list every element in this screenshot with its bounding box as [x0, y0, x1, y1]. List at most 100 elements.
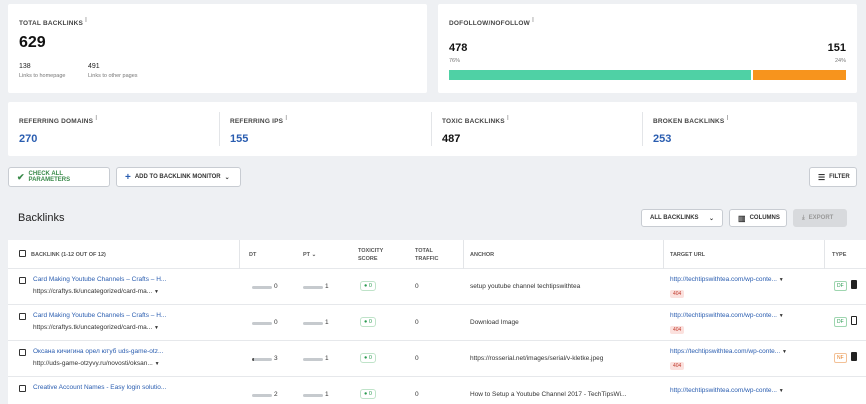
- row-checkbox[interactable]: [19, 349, 26, 356]
- export-button[interactable]: ⤓ EXPORT: [793, 209, 847, 227]
- dt-bar: [252, 286, 272, 289]
- columns-button[interactable]: ▥ COLUMNS: [729, 209, 787, 227]
- target-url-text: http://techtipswithtea.com/wp-conte...: [670, 276, 777, 283]
- dt-bar: [252, 358, 272, 361]
- caret-down-icon: ▼: [778, 277, 784, 283]
- dt-value: 0: [274, 283, 278, 290]
- pt-value: 1: [325, 355, 329, 362]
- header-toxicity[interactable]: TOXICITY SCORE: [358, 247, 398, 263]
- info-icon[interactable]: i: [726, 115, 728, 122]
- toxicity-badge: ● 0: [360, 353, 376, 363]
- row-checkbox[interactable]: [19, 277, 26, 284]
- status-badge: 404: [670, 290, 685, 298]
- divider: [431, 112, 432, 146]
- metric-value[interactable]: 253: [653, 133, 729, 145]
- traffic-value: 0: [415, 319, 419, 326]
- homepage-links-label: Links to homepage: [19, 73, 66, 79]
- metric-value[interactable]: 155: [230, 133, 287, 145]
- header-dt[interactable]: DT: [249, 251, 256, 259]
- backlink-title-link[interactable]: Creative Account Names - Easy login solu…: [33, 384, 166, 391]
- metric-toxic-backlinks: TOXIC BACKLINKS i 487: [442, 115, 509, 145]
- metric-label: REFERRING DOMAINS i: [19, 115, 98, 126]
- caret-down-icon: ▼: [154, 289, 159, 295]
- backlinks-title: Backlinks: [18, 212, 65, 224]
- traffic-value: 0: [415, 283, 419, 290]
- backlink-title-link[interactable]: Card Making Youtube Channels – Crafts – …: [33, 276, 166, 283]
- chevron-down-icon: ⌄: [224, 174, 230, 181]
- dofollow-value: 478: [449, 42, 468, 54]
- caret-down-icon: ▼: [154, 361, 160, 367]
- download-icon: ⤓: [802, 214, 805, 221]
- other-pages-links-label: Links to other pages: [88, 73, 138, 79]
- check-all-parameters-button[interactable]: ✔ CHECK ALL PARAMETERS: [8, 167, 110, 187]
- divider: [642, 112, 643, 146]
- header-anchor[interactable]: ANCHOR: [470, 251, 494, 259]
- target-url-link[interactable]: http://techtipswithtea.com/wp-conte... ▼: [670, 276, 784, 283]
- backlink-title-link[interactable]: Card Making Youtube Channels – Crafts – …: [33, 312, 166, 319]
- header-target-url[interactable]: TARGET URL: [670, 251, 705, 259]
- metrics-card: REFERRING DOMAINS i 270 REFERRING IPS i …: [8, 102, 857, 156]
- metric-referring-ips: REFERRING IPS i 155: [230, 115, 287, 145]
- all-backlinks-select[interactable]: ALL BACKLINKS ⌄: [641, 209, 723, 227]
- button-label: CHECK ALL PARAMETERS: [28, 171, 71, 183]
- backlink-url[interactable]: https://craftys.tk/uncategorized/card-ma…: [33, 324, 159, 331]
- homepage-links-value: 138: [19, 63, 31, 70]
- metric-referring-domains: REFERRING DOMAINS i 270: [19, 115, 97, 145]
- info-icon[interactable]: i: [95, 115, 97, 122]
- select-all-checkbox[interactable]: [19, 250, 26, 257]
- table-row: Creative Account Names - Easy login solu…: [8, 377, 866, 404]
- add-to-backlink-monitor-button[interactable]: + ADD TO BACKLINK MONITOR ⌄: [116, 167, 241, 187]
- info-icon[interactable]: i: [285, 115, 287, 122]
- toxicity-value: 0: [368, 283, 372, 289]
- pt-bar: [303, 322, 323, 325]
- dofollow-bar: [449, 70, 846, 80]
- target-url-link[interactable]: http://techtipswithtea.com/wp-conte... ▼: [670, 312, 784, 319]
- info-icon[interactable]: i: [85, 17, 87, 24]
- header-traffic[interactable]: TOTAL TRAFFIC: [415, 247, 449, 263]
- traffic-value: 0: [415, 355, 419, 362]
- pt-bar: [303, 358, 323, 361]
- metric-value[interactable]: 270: [19, 133, 97, 145]
- metric-label: BROKEN BACKLINKS i: [653, 115, 729, 126]
- backlink-url[interactable]: http://uds-game-otzyvy.ru/novosti/oksan.…: [33, 360, 160, 367]
- dofollow-card: DOFOLLOW/NOFOLLOW i 478 76% 151 24%: [438, 4, 857, 93]
- button-label: COLUMNS: [749, 215, 780, 221]
- dofollow-label: DOFOLLOW/NOFOLLOW i: [449, 17, 535, 28]
- row-checkbox[interactable]: [19, 313, 26, 320]
- dt-value: 2: [274, 391, 278, 398]
- filter-icon: ☰: [818, 172, 826, 182]
- metric-value: 487: [442, 133, 461, 146]
- header-type[interactable]: TYPE: [832, 251, 846, 259]
- metric-broken-backlinks: BROKEN BACKLINKS i 253: [653, 115, 729, 145]
- anchor-text: setup youtube channel techtipswithtea: [470, 283, 581, 290]
- nofollow-bar-fill: [752, 70, 846, 80]
- target-url-text: https://techtipswithtea.com/wp-conte...: [670, 348, 781, 355]
- filter-button[interactable]: ☰ FILTER: [809, 167, 857, 187]
- status-badge: 404: [670, 326, 685, 334]
- header-backlink[interactable]: BACKLINK (1-12 OUT OF 12): [31, 251, 106, 259]
- target-url-link[interactable]: http://techtipswithtea.com/wp-conte... ▼: [670, 387, 784, 394]
- type-badge: DF: [834, 317, 847, 327]
- info-icon[interactable]: i: [507, 115, 509, 122]
- info-icon[interactable]: i: [532, 17, 534, 24]
- toxicity-badge: ● 0: [360, 317, 376, 327]
- anchor-text: How to Setup a Youtube Channel 2017 - Te…: [470, 391, 627, 398]
- backlink-url-text: https://craftys.tk/uncategorized/card-ma…: [33, 288, 153, 295]
- backlink-url-text: http://uds-game-otzyvy.ru/novosti/oksan.…: [33, 360, 153, 367]
- nofollow-value: 151: [827, 42, 846, 54]
- total-backlinks-card: TOTAL BACKLINKS i 629 138 Links to homep…: [8, 4, 427, 93]
- type-icon: [851, 280, 857, 289]
- target-url-link[interactable]: https://techtipswithtea.com/wp-conte... …: [670, 348, 787, 355]
- header-pt[interactable]: PT ⌄: [303, 251, 316, 259]
- chevron-down-icon: ⌄: [708, 215, 714, 222]
- backlink-url[interactable]: https://craftys.tk/uncategorized/card-ma…: [33, 288, 159, 295]
- type-badge: NF: [834, 353, 847, 363]
- toxicity-value: 0: [368, 391, 372, 397]
- dt-bar: [252, 394, 272, 397]
- pt-bar: [303, 394, 323, 397]
- toxicity-value: 0: [368, 319, 372, 325]
- double-check-icon: ✔: [17, 171, 25, 182]
- table-row: Card Making Youtube Channels – Crafts – …: [8, 269, 866, 305]
- row-checkbox[interactable]: [19, 385, 26, 392]
- backlink-title-link[interactable]: Оксана кичигина орел ютуб uds-game-otz..…: [33, 348, 163, 355]
